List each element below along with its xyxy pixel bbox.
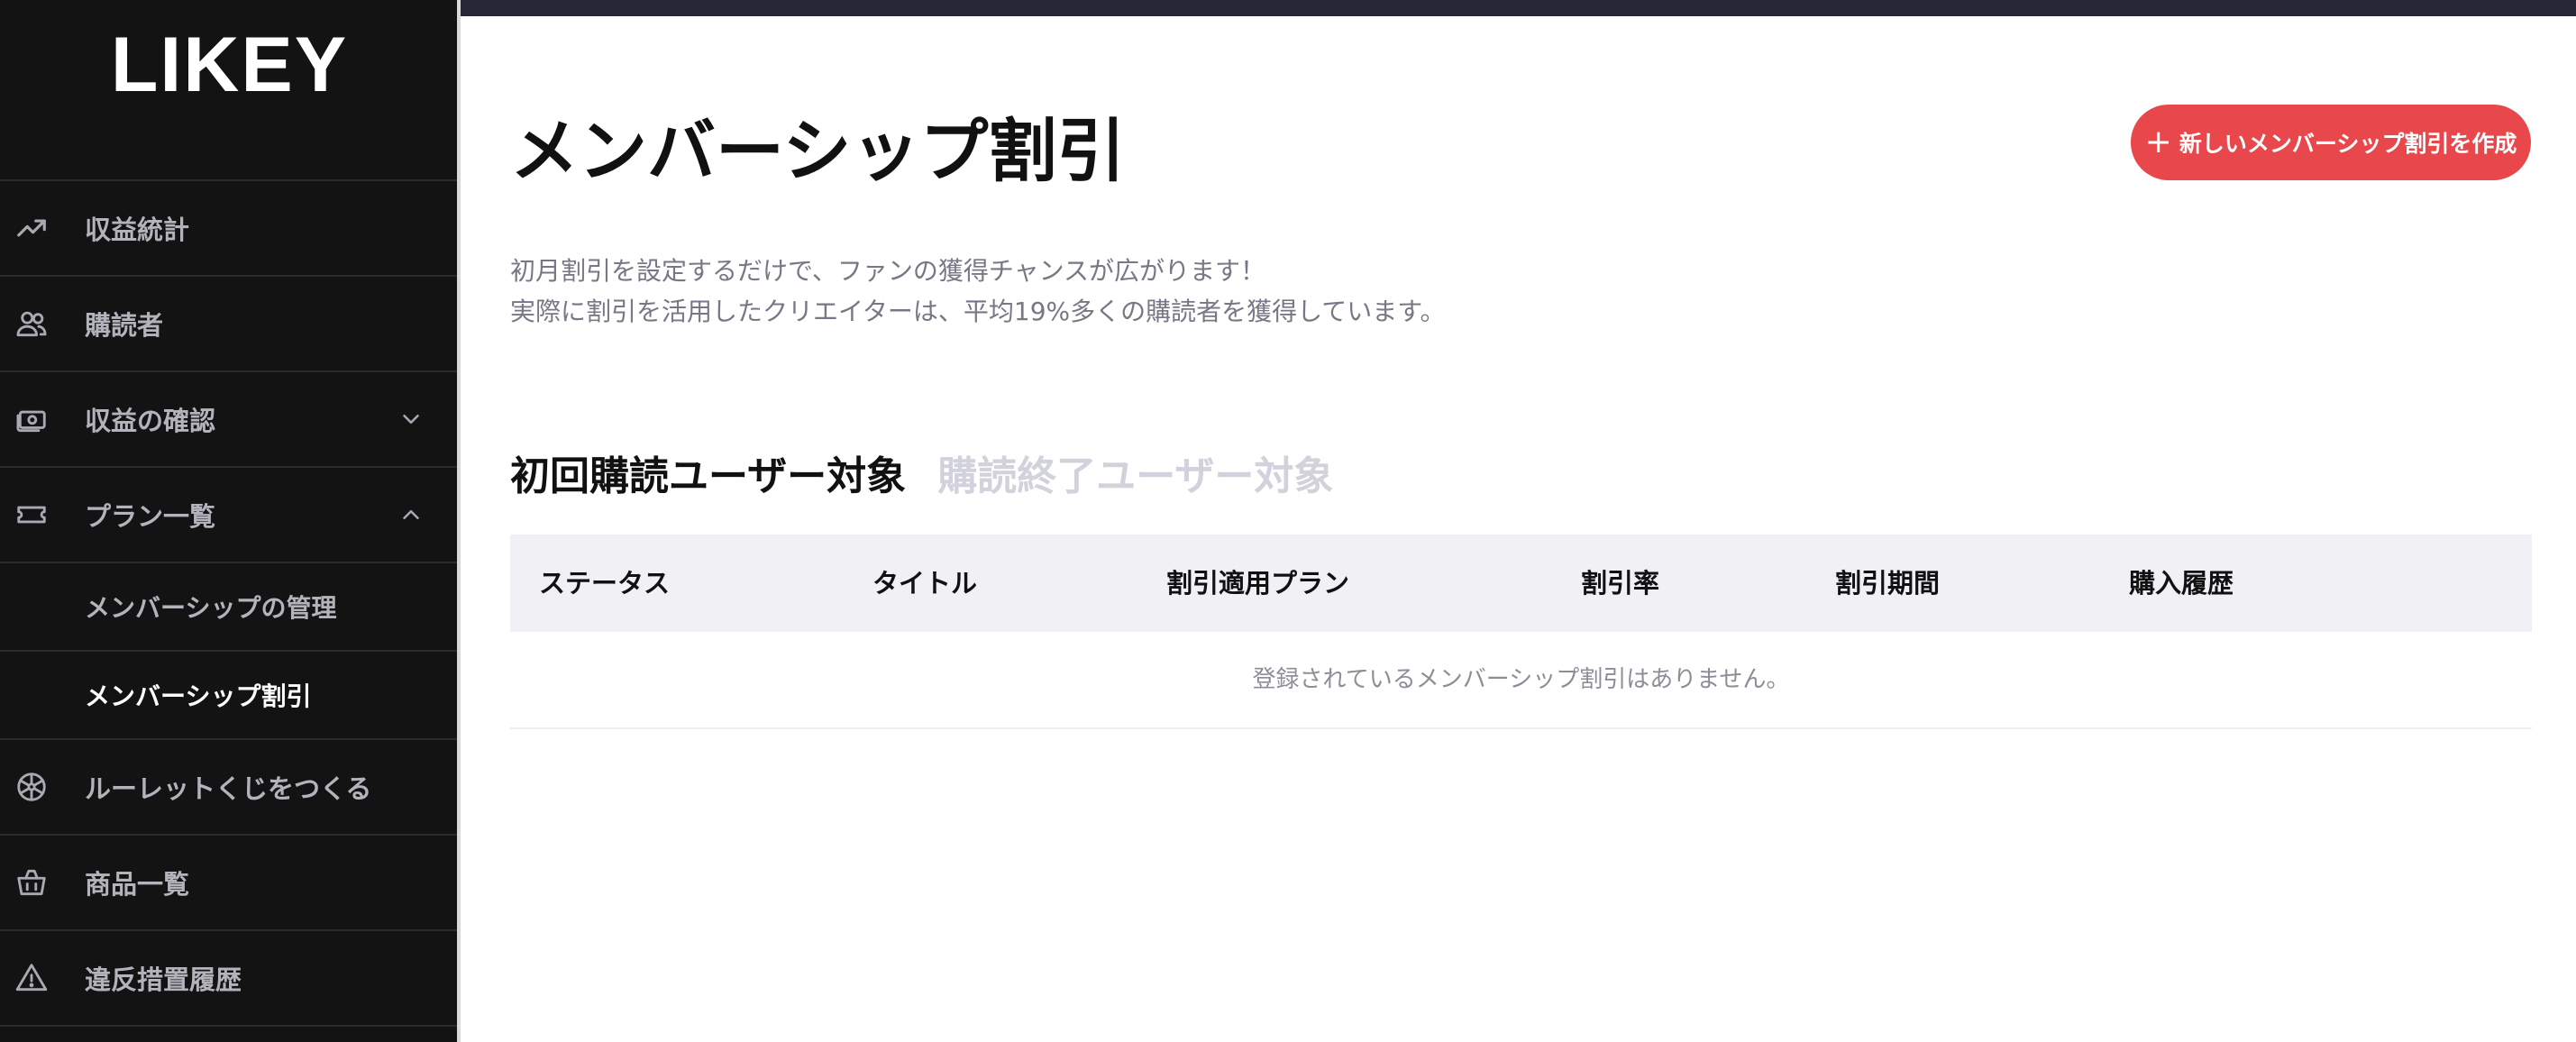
column-header-discount-period: 割引期間 (1835, 568, 1941, 599)
sidebar-item-roulette[interactable]: ルーレットくじをつくる (0, 740, 459, 836)
sidebar-item-label: 購読者 (85, 310, 164, 341)
page-title: メンバーシップ割引 (510, 111, 1126, 191)
column-header-discount-rate: 割引率 (1581, 568, 1660, 599)
roulette-icon (14, 770, 49, 804)
sidebar-item-label: 収益の確認 (85, 406, 216, 436)
plus-icon: + (2144, 123, 2172, 160)
sidebar-item-label: 商品一覧 (85, 869, 190, 900)
create-button-label: 新しいメンバーシップ割引を作成 (2179, 131, 2517, 157)
target-tabs: 初回購読ユーザー対象 購読終了ユーザー対象 (510, 443, 1360, 501)
chevron-down-icon[interactable] (397, 406, 425, 433)
users-icon (14, 306, 49, 341)
sidebar-item-label: 収益統計 (85, 215, 190, 245)
sidebar-item-plan-list[interactable]: プラン一覧 (0, 468, 459, 563)
column-header-plan: 割引適用プラン (1166, 568, 1350, 599)
ticket-icon (14, 498, 49, 532)
sidebar: LIKEY 収益統計 購読者 収益の確認 プラン一覧 メンバーシップの管理 メン… (0, 0, 459, 1042)
sidebar-item-label: メンバーシップ割引 (85, 681, 312, 711)
sidebar-item-products[interactable]: 商品一覧 (0, 836, 459, 931)
warning-icon (14, 961, 49, 995)
create-membership-discount-button[interactable]: + 新しいメンバーシップ割引を作成 (2131, 105, 2531, 180)
sidebar-item-membership-management[interactable]: メンバーシップの管理 (0, 563, 459, 652)
trending-up-icon (14, 211, 49, 245)
sidebar-item-label: ルーレットくじをつくる (85, 773, 372, 804)
column-header-purchase-history: 購入履歴 (2129, 568, 2234, 599)
sidebar-item-violation-history[interactable]: 違反措置履歴 (0, 931, 459, 1027)
column-header-status: ステータス (539, 568, 671, 599)
empty-message: 登録されているメンバーシップ割引はありません。 (510, 632, 2532, 729)
top-bar (459, 0, 2576, 16)
money-icon (14, 402, 49, 436)
sidebar-item-revenue-check[interactable]: 収益の確認 (0, 372, 459, 468)
chevron-up-icon[interactable] (397, 501, 425, 528)
description: 初月割引を設定するだけで、ファンの獲得チャンスが広がります！ 実際に割引を活用し… (510, 251, 1445, 332)
column-header-title: タイトル (872, 568, 978, 599)
description-line: 初月割引を設定するだけで、ファンの獲得チャンスが広がります！ (510, 256, 1266, 286)
tab-first-subscription-users[interactable]: 初回購読ユーザー対象 (510, 443, 906, 501)
logo[interactable]: LIKEY (0, 20, 459, 110)
description-line: 実際に割引を活用したクリエイターは、平均19%多くの購読者を獲得しています。 (510, 297, 1446, 326)
sidebar-edge (457, 0, 461, 1042)
basket-icon (14, 865, 49, 900)
tab-ended-subscription-users[interactable]: 購読終了ユーザー対象 (937, 443, 1333, 501)
table-header: ステータス タイトル 割引適用プラン 割引率 割引期間 購入履歴 (510, 535, 2532, 632)
sidebar-nav: 収益統計 購読者 収益の確認 プラン一覧 メンバーシップの管理 メンバーシップ割… (0, 181, 459, 1027)
sidebar-item-label: プラン一覧 (85, 501, 216, 532)
sidebar-item-revenue-stats[interactable]: 収益統計 (0, 181, 459, 277)
sidebar-item-subscribers[interactable]: 購読者 (0, 277, 459, 372)
sidebar-item-label: 違反措置履歴 (85, 964, 242, 995)
sidebar-item-label: メンバーシップの管理 (85, 593, 337, 623)
sidebar-item-membership-discount[interactable]: メンバーシップ割引 (0, 652, 459, 740)
discount-table: ステータス タイトル 割引適用プラン 割引率 割引期間 購入履歴 登録されている… (510, 535, 2532, 729)
